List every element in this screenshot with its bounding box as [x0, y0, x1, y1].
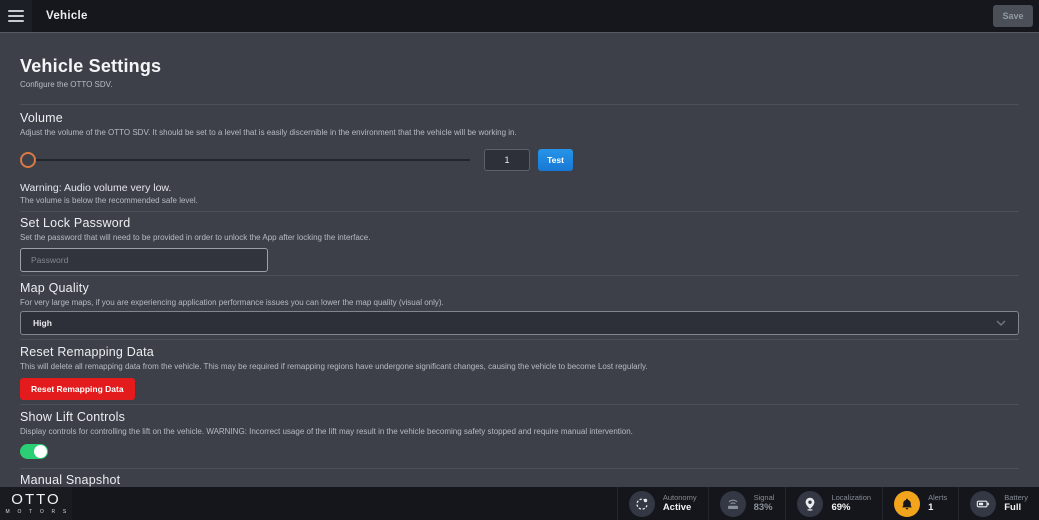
chevron-down-icon [996, 320, 1006, 326]
section-manual-snapshot: Manual Snapshot [20, 468, 1019, 487]
status-localization[interactable]: Localization 69% [785, 487, 882, 520]
status-value: 69% [831, 502, 871, 514]
map-quality-selected-value: High [33, 318, 52, 328]
lift-controls-description: Display controls for controlling the lif… [20, 427, 1019, 437]
section-map-quality: Map Quality For very large maps, if you … [20, 275, 1019, 339]
toggle-knob [34, 445, 47, 458]
page-header: Vehicle Settings Configure the OTTO SDV. [20, 33, 1019, 104]
page-subtitle: Configure the OTTO SDV. [20, 80, 1019, 89]
volume-warning-description: The volume is below the recommended safe… [20, 196, 1019, 205]
section-volume: Volume Adjust the volume of the OTTO SDV… [20, 104, 1019, 211]
slider-handle[interactable] [20, 152, 36, 168]
lift-controls-title: Show Lift Controls [20, 410, 1019, 425]
status-label: Battery [1004, 493, 1028, 502]
status-label: Autonomy [663, 493, 697, 502]
reset-remapping-title: Reset Remapping Data [20, 345, 1019, 360]
logo-text: OTTO [11, 492, 60, 507]
lift-controls-toggle[interactable] [20, 444, 48, 459]
volume-slider[interactable] [20, 151, 470, 169]
slider-track[interactable] [20, 159, 470, 161]
manual-snapshot-title: Manual Snapshot [20, 473, 1019, 487]
status-autonomy[interactable]: Autonomy Active [617, 487, 708, 520]
map-quality-title: Map Quality [20, 281, 1019, 296]
save-button[interactable]: Save [993, 5, 1033, 27]
status-value: Active [663, 502, 697, 514]
otto-motors-logo: OTTO M O T O R S [0, 487, 72, 520]
status-signal[interactable]: Signal 83% [708, 487, 786, 520]
status-bar: OTTO M O T O R S Autonomy Active Signal … [0, 487, 1039, 520]
status-alerts[interactable]: Alerts 1 [882, 487, 958, 520]
status-label: Alerts [928, 493, 947, 502]
logo-subtext: M O T O R S [6, 509, 70, 515]
volume-title: Volume [20, 111, 1019, 126]
volume-slider-row: Test [20, 148, 1019, 172]
map-quality-description: For very large maps, if you are experien… [20, 298, 1019, 308]
status-items: Autonomy Active Signal 83% Localization … [617, 487, 1039, 520]
section-lock-password: Set Lock Password Set the password that … [20, 211, 1019, 275]
page-title: Vehicle Settings [20, 57, 1019, 77]
status-battery[interactable]: Battery Full [958, 487, 1039, 520]
volume-description: Adjust the volume of the OTTO SDV. It sh… [20, 128, 1019, 138]
menu-icon[interactable] [0, 0, 32, 32]
map-quality-select[interactable]: High [20, 311, 1019, 335]
settings-page: Vehicle Settings Configure the OTTO SDV.… [0, 33, 1039, 487]
password-field[interactable] [20, 248, 268, 272]
status-label: Localization [831, 493, 871, 502]
bell-icon [894, 491, 920, 517]
lock-password-title: Set Lock Password [20, 216, 1019, 231]
route-icon [629, 491, 655, 517]
reset-remapping-button[interactable]: Reset Remapping Data [20, 378, 135, 400]
status-value: Full [1004, 502, 1028, 514]
topbar-title: Vehicle [46, 10, 88, 22]
battery-icon [970, 491, 996, 517]
top-bar: Vehicle Save [0, 0, 1039, 33]
section-reset-remapping: Reset Remapping Data This will delete al… [20, 339, 1019, 404]
reset-remapping-description: This will delete all remapping data from… [20, 362, 1019, 372]
status-value: 83% [754, 502, 775, 514]
volume-warning-title: Warning: Audio volume very low. [20, 182, 1019, 194]
test-volume-button[interactable]: Test [538, 149, 573, 171]
lock-password-description: Set the password that will need to be pr… [20, 233, 1019, 243]
wifi-router-icon [720, 491, 746, 517]
status-label: Signal [754, 493, 775, 502]
section-lift-controls: Show Lift Controls Display controls for … [20, 404, 1019, 468]
volume-value-input[interactable] [484, 149, 530, 171]
status-value: 1 [928, 502, 947, 514]
location-pin-icon [797, 491, 823, 517]
